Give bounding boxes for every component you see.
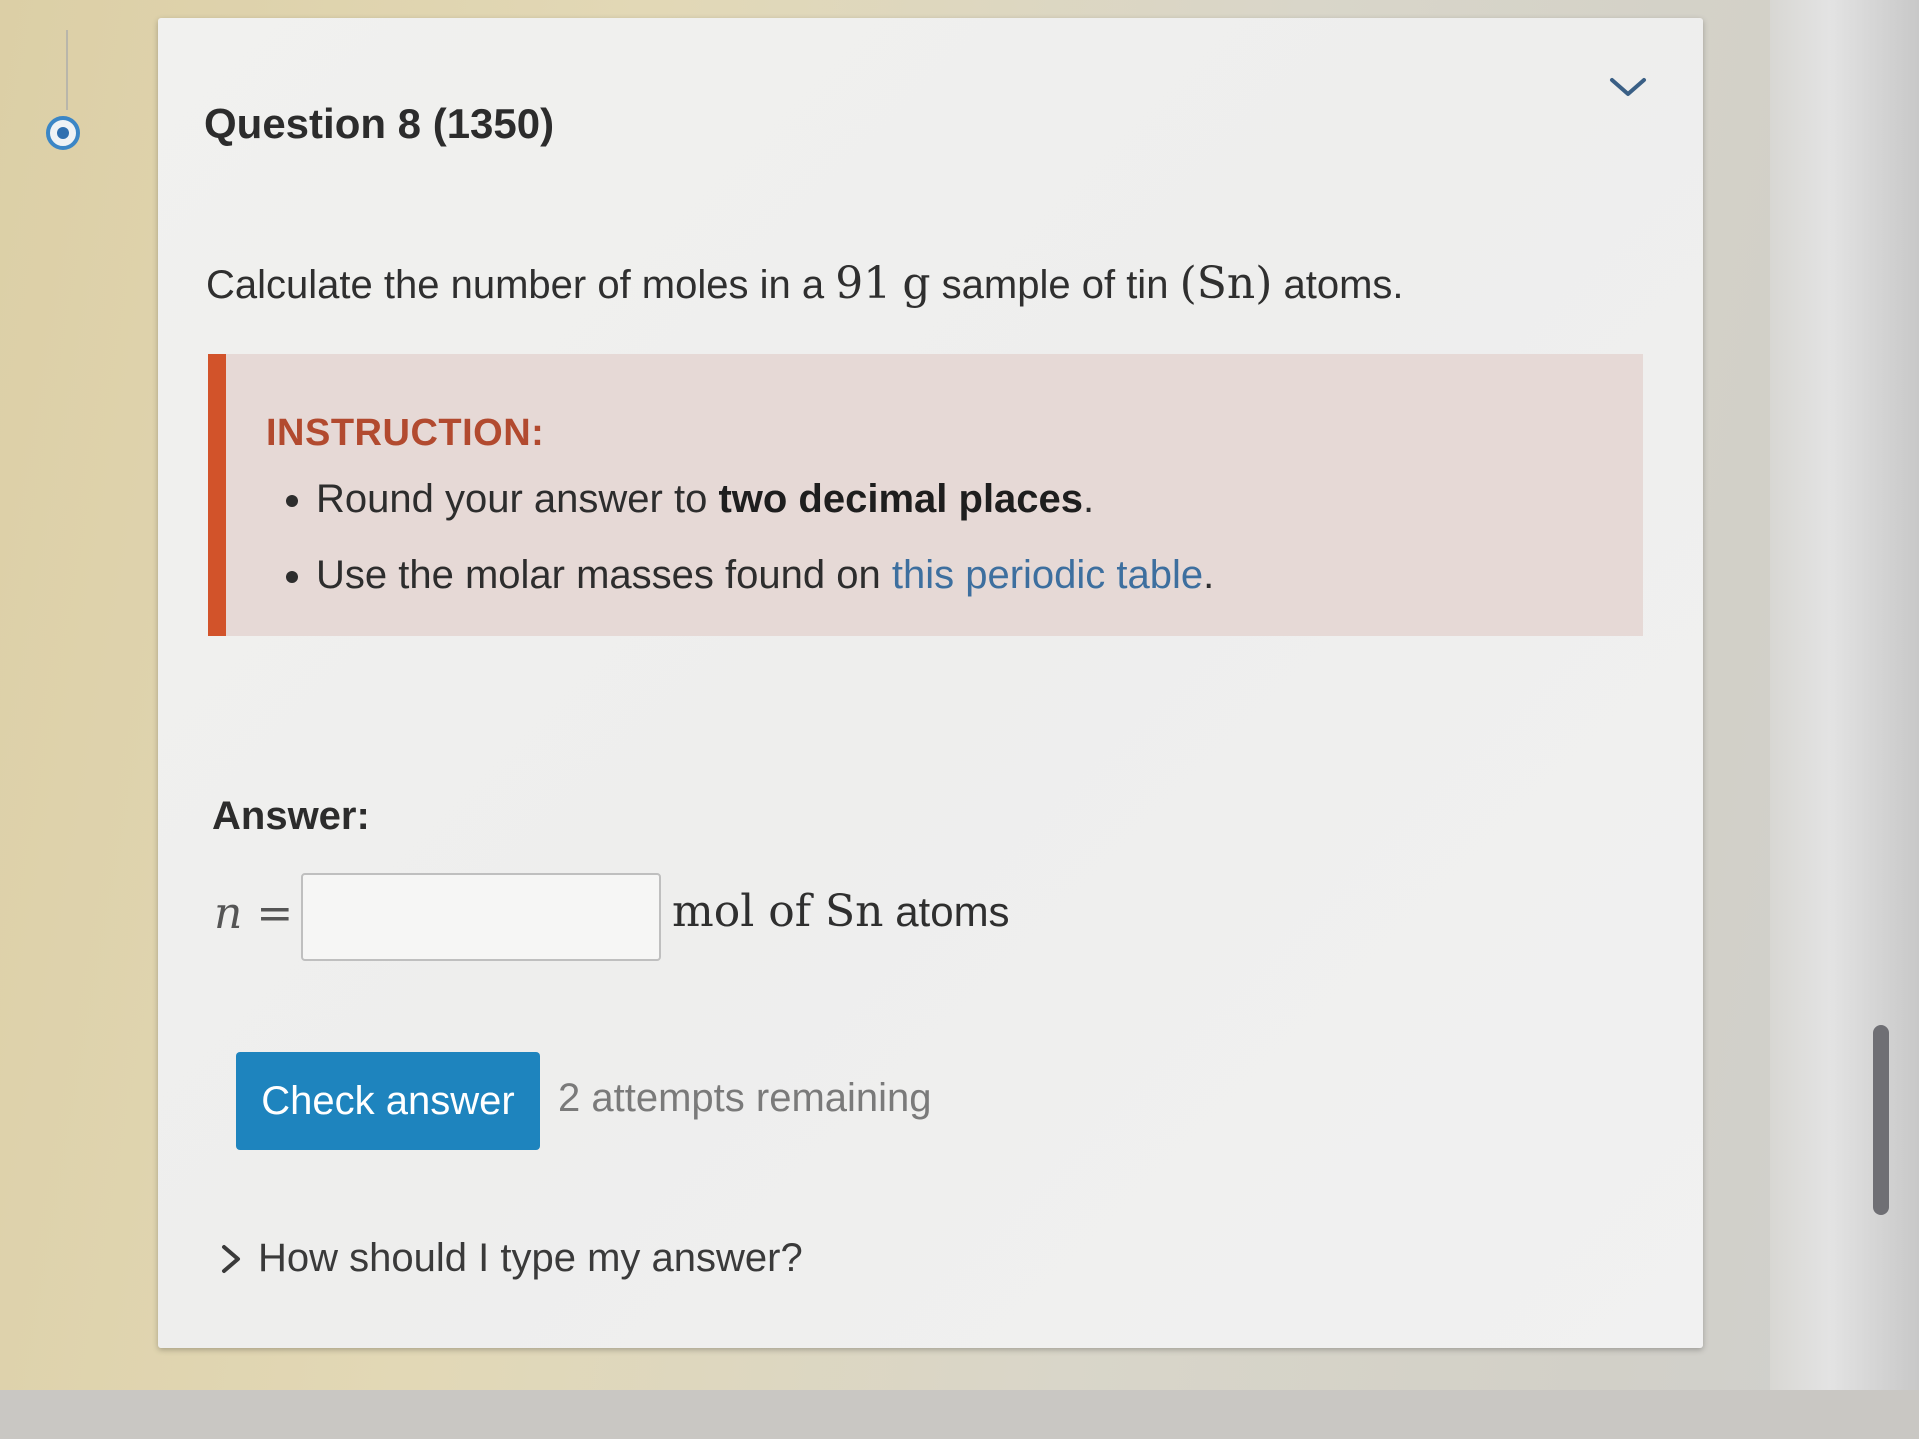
periodic-table-link[interactable]: this periodic table (892, 553, 1203, 597)
instruction-box: INSTRUCTION: Round your answer to two de… (208, 354, 1643, 636)
question-card: Question 8 (1350) Calculate the number o… (158, 18, 1703, 1348)
check-answer-button[interactable]: Check answer (236, 1052, 540, 1150)
attempts-remaining: 2 attempts remaining (558, 1076, 932, 1120)
question-title: Question 8 (1350) (204, 100, 555, 147)
chevron-right-icon (222, 1244, 240, 1273)
instruction-item-molar-masses: Use the molar masses found on this perio… (316, 552, 1616, 598)
mass-unit: g (902, 258, 931, 309)
answer-label: Answer: (212, 794, 370, 838)
side-panel (1770, 0, 1919, 1439)
prompt-text-end: atoms. (1283, 263, 1404, 307)
progress-timeline (66, 30, 68, 110)
help-label: How should I type my answer? (258, 1236, 803, 1280)
answer-unit: mol of Sn atoms (672, 886, 1010, 937)
instruction-item1-end: . (1083, 477, 1095, 521)
scrollbar-thumb[interactable] (1873, 1025, 1889, 1215)
mass-value: 91 (835, 258, 892, 309)
instruction-heading: INSTRUCTION: (266, 412, 545, 454)
instruction-item-rounding: Round your answer to two decimal places. (316, 476, 1616, 522)
instruction-item1-text: Round your answer to (316, 477, 708, 521)
page-background-bottom (0, 1390, 1919, 1439)
instruction-item1-emphasis: two decimal places (718, 477, 1084, 521)
instruction-list: Round your answer to two decimal places.… (266, 476, 1616, 628)
answer-input[interactable] (301, 873, 661, 961)
instruction-item2-text: Use the molar masses found on (316, 553, 881, 597)
prompt-text-start: Calculate the number of moles in a (206, 263, 825, 307)
radio-selected-icon[interactable] (46, 116, 80, 150)
answer-variable: n = (214, 888, 294, 939)
answer-unit-math: mol of Sn (672, 886, 884, 937)
instruction-item2-end: . (1203, 553, 1215, 597)
element-symbol: (Sn) (1179, 258, 1273, 309)
question-prompt: Calculate the number of moles in a 91 g … (206, 258, 1404, 309)
answer-unit-text: atoms (895, 888, 1010, 935)
prompt-text-middle: sample of tin (941, 263, 1169, 307)
chevron-down-icon[interactable] (1608, 72, 1648, 102)
help-toggle[interactable]: How should I type my answer? (220, 1236, 803, 1281)
